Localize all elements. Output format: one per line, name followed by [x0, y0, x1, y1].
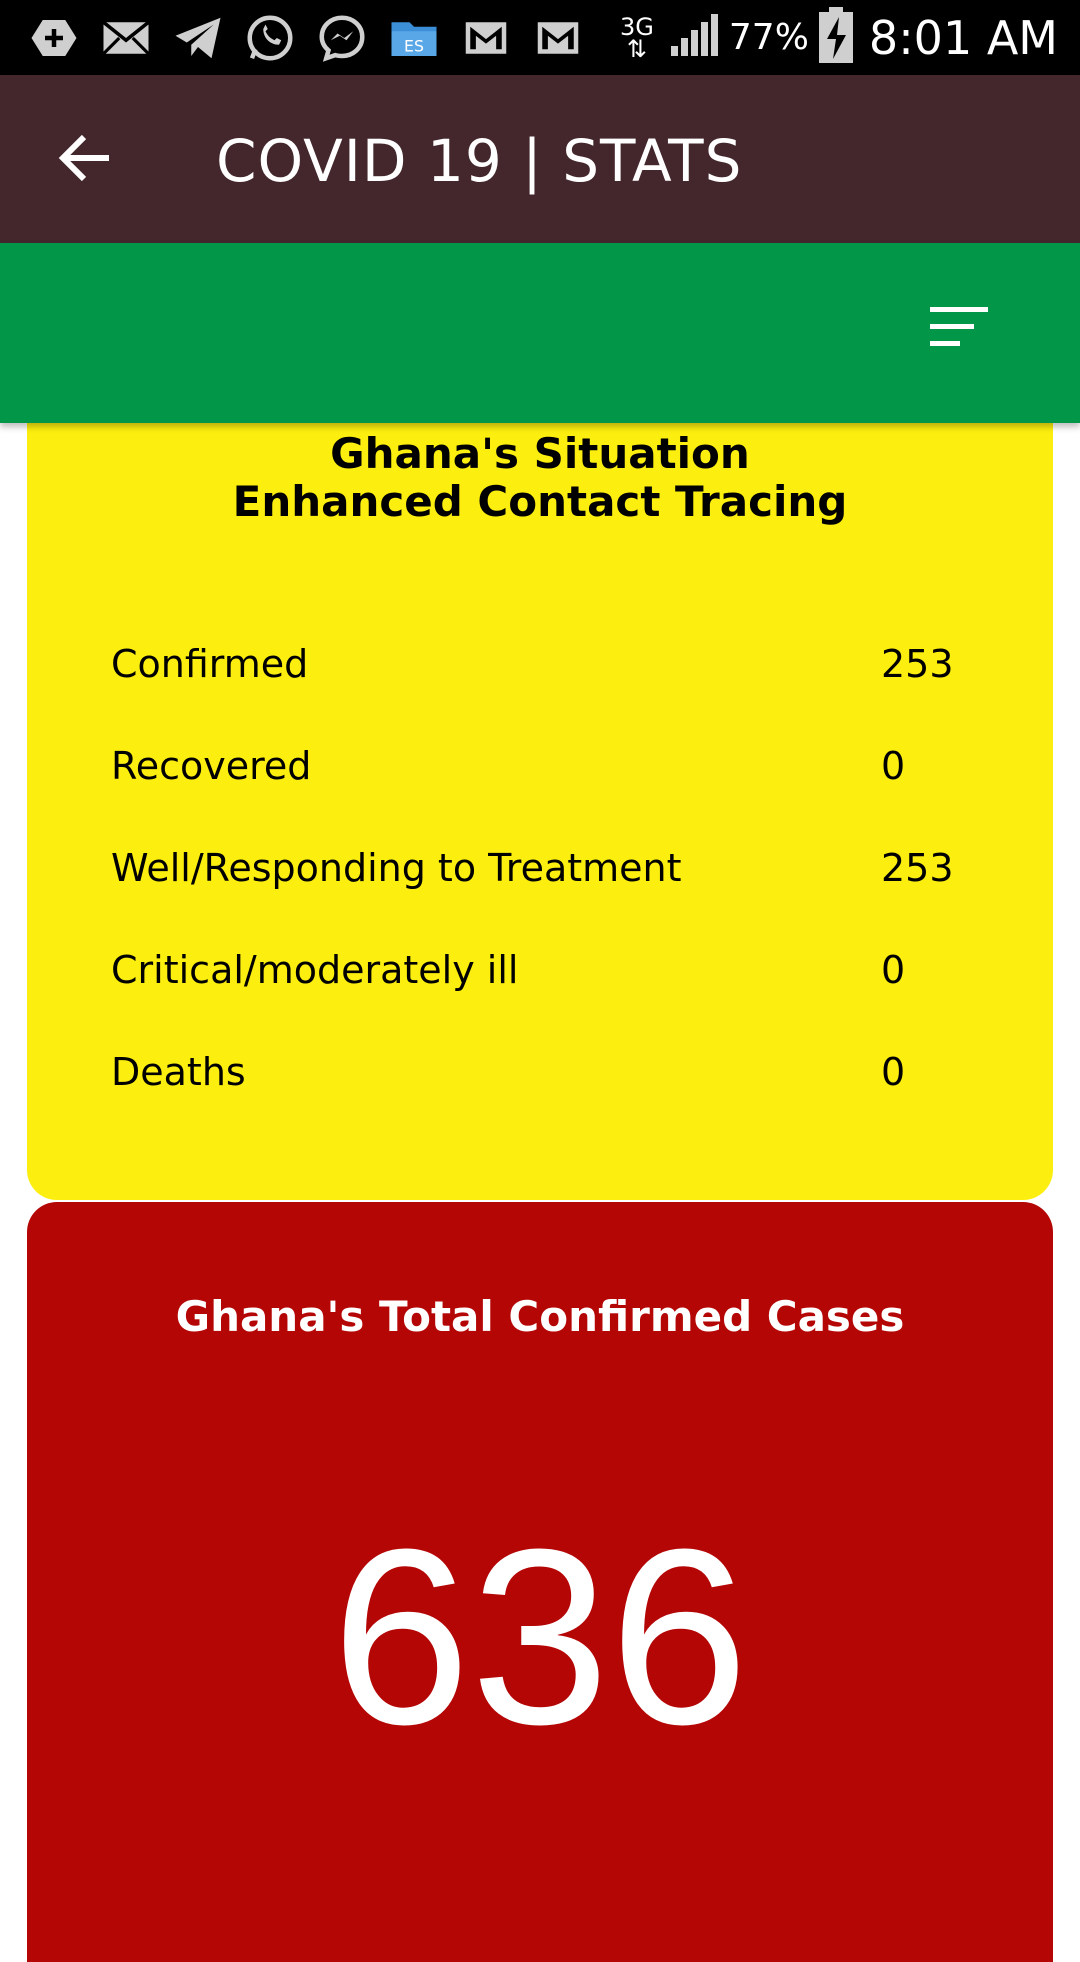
file-explorer-icon: ES: [386, 10, 442, 66]
toolbar: [0, 243, 1080, 423]
notification-icons: ES: [26, 10, 586, 65]
mail-icon: [98, 10, 154, 66]
plus-box-icon: [26, 10, 82, 66]
stat-row-well-responding: Well/Responding to Treatment 253: [111, 846, 991, 906]
stat-label: Critical/moderately ill: [111, 948, 519, 992]
stat-value: 253: [881, 846, 954, 890]
total-cases-count: 636: [331, 1497, 749, 1776]
messenger-icon: [314, 10, 370, 66]
total-cases-card: Ghana's Total Confirmed Cases 636: [27, 1202, 1053, 1962]
svg-text:ES: ES: [404, 36, 424, 55]
gmail-icon: [458, 10, 514, 66]
stat-row-deaths: Deaths 0: [111, 1050, 991, 1110]
network-type: 3G ⇅: [615, 15, 659, 63]
battery-percent: 77%: [728, 17, 809, 58]
situation-heading-line1: Ghana's Situation: [330, 429, 750, 478]
stat-value: 0: [881, 744, 906, 788]
stat-label: Well/Responding to Treatment: [111, 846, 682, 890]
telegram-icon: [170, 10, 226, 66]
stat-label: Deaths: [111, 1050, 246, 1094]
stat-row-critical: Critical/moderately ill 0: [111, 948, 991, 1008]
arrow-left-icon: [58, 134, 109, 182]
menu-button[interactable]: [920, 303, 1000, 363]
total-cases-heading: Ghana's Total Confirmed Cases: [175, 1292, 905, 1341]
sort-menu-icon: [930, 307, 988, 346]
back-button[interactable]: [52, 125, 118, 191]
battery-charging-icon: [818, 7, 853, 68]
stat-row-confirmed: Confirmed 253: [111, 642, 991, 702]
clock: 8:01 AM: [868, 10, 1058, 65]
situation-heading-line2: Enhanced Contact Tracing: [232, 477, 848, 526]
signal-icon: [669, 12, 719, 63]
page-title: COVID 19 | STATS: [216, 127, 743, 195]
data-arrows-icon: ⇅: [626, 34, 647, 63]
gmail-icon: [530, 10, 586, 66]
stat-label: Confirmed: [111, 642, 309, 686]
situation-heading: Ghana's Situation Enhanced Contact Traci…: [27, 430, 1053, 526]
situation-card: Ghana's Situation Enhanced Contact Traci…: [27, 380, 1053, 1200]
stat-value: 0: [881, 1050, 906, 1094]
status-bar: ES 3G ⇅ 77% 8:01 AM: [0, 0, 1080, 75]
stat-label: Recovered: [111, 744, 312, 788]
stat-value: 253: [881, 642, 954, 686]
stat-value: 0: [881, 948, 906, 992]
whatsapp-icon: [242, 10, 298, 66]
app-bar: COVID 19 | STATS: [0, 75, 1080, 243]
system-status: 3G ⇅ 77% 8:01 AM: [615, 0, 1058, 75]
stat-row-recovered: Recovered 0: [111, 744, 991, 804]
